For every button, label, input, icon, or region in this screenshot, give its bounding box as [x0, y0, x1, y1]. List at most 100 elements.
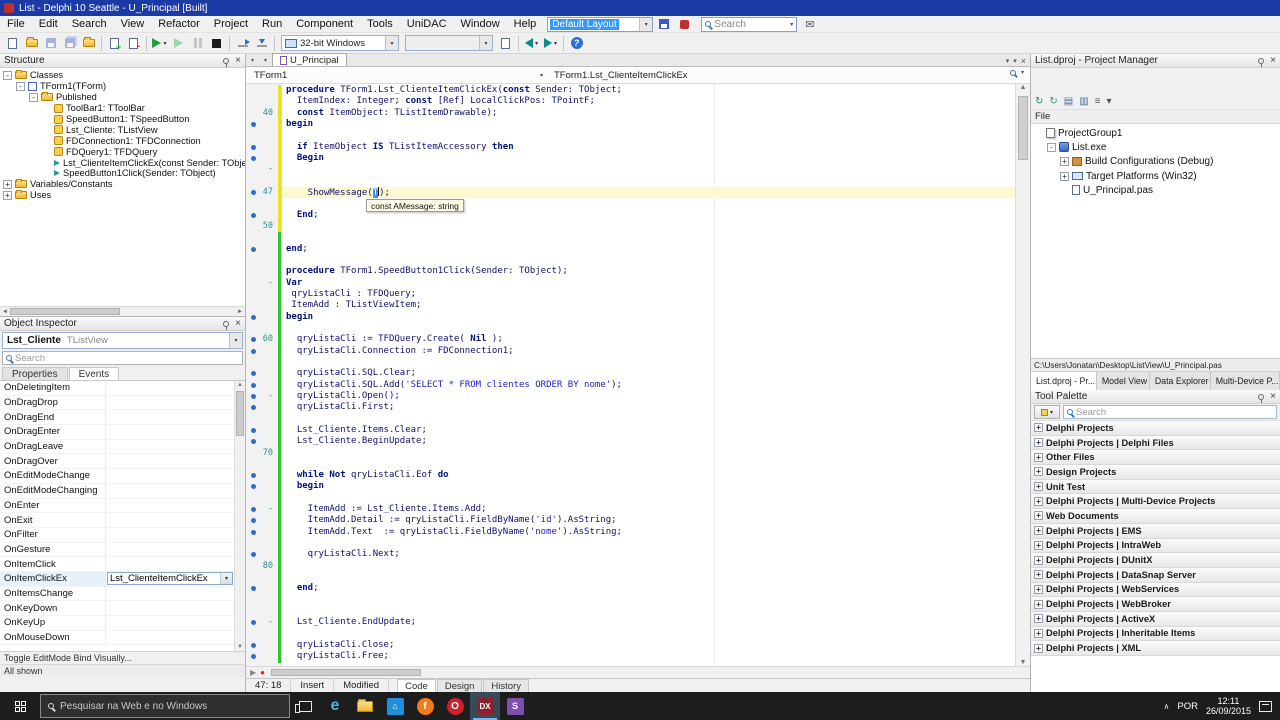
sort-menu-button[interactable]: ▾ [1107, 96, 1112, 107]
language-indicator[interactable]: POR [1177, 701, 1198, 712]
tray-expand-icon[interactable]: ∧ [1164, 702, 1170, 711]
breakpoint-dot-icon[interactable] [251, 620, 256, 626]
breakpoint-dot-icon[interactable] [251, 643, 256, 649]
code-line[interactable] [246, 572, 1015, 584]
scroll-up-icon[interactable]: ▲ [1016, 84, 1030, 91]
dock-tab[interactable]: Multi-Device P... [1210, 372, 1280, 390]
breakpoint-dot-icon[interactable] [251, 552, 256, 558]
breakpoint-dot-icon[interactable] [251, 654, 256, 660]
structure-node[interactable]: - Classes [0, 70, 245, 81]
structure-node[interactable]: FDQuery1: TFDQuery [0, 146, 245, 157]
code-line[interactable] [246, 322, 1015, 335]
code-line[interactable]: end; [246, 243, 1015, 255]
code-line[interactable] [246, 413, 1015, 425]
menu-unidac[interactable]: UniDAC [400, 16, 454, 32]
event-handler-combo[interactable]: Lst_ClienteItemClickEx ▾ [107, 572, 233, 586]
view-list-button[interactable]: ≡ [1095, 96, 1101, 107]
palette-category[interactable]: + Delphi Projects [1031, 421, 1280, 436]
menu-tools[interactable]: Tools [360, 16, 400, 32]
save-all-button[interactable] [60, 34, 79, 52]
expand-icon[interactable]: + [1034, 452, 1043, 462]
sync-button[interactable]: ↻ [1049, 96, 1057, 107]
breadcrumb-class[interactable]: TForm1 [254, 70, 287, 81]
browse-forward-button[interactable]: ▾ [541, 34, 560, 52]
event-row[interactable]: OnExit [0, 513, 234, 528]
menu-help[interactable]: Help [507, 16, 544, 32]
breakpoint-dot-icon[interactable] [251, 155, 256, 161]
menu-refactor[interactable]: Refactor [151, 16, 207, 32]
chevron-down-icon[interactable]: ▾ [540, 72, 543, 79]
help-button[interactable] [567, 34, 586, 52]
search-icon[interactable] [1009, 69, 1016, 76]
structure-node[interactable]: + Uses [0, 190, 245, 201]
breakpoint-dot-icon[interactable] [251, 337, 256, 343]
pin-icon[interactable] [223, 57, 230, 67]
code-line[interactable] [246, 356, 1015, 369]
event-row[interactable]: OnItemsChange [0, 586, 234, 602]
menu-view[interactable]: View [114, 16, 152, 32]
taskbar-capture-tool[interactable]: S [500, 692, 530, 720]
close-icon[interactable]: × [235, 55, 241, 66]
expand-icon[interactable]: + [3, 179, 12, 189]
code-line[interactable]: qryListaCli.SQL.Clear; [246, 368, 1015, 380]
collapse-icon[interactable]: - [29, 92, 38, 102]
event-row[interactable]: OnDragDrop [0, 395, 234, 411]
code-line[interactable]: procedure TForm1.SpeedButton1Click(Sende… [246, 266, 1015, 278]
event-row[interactable]: OnFilter [0, 527, 234, 543]
dock-tab[interactable]: List.dproj - Pr... [1031, 372, 1097, 390]
new-button[interactable]: ▤ [1064, 96, 1073, 107]
tab-events[interactable]: Events [68, 367, 120, 380]
ide-search-box[interactable]: Search ▾ [701, 16, 798, 32]
palette-category[interactable]: + Delphi Projects | WebServices [1031, 582, 1280, 598]
code-line[interactable] [246, 254, 1015, 267]
breakpoint-dot-icon[interactable] [251, 586, 256, 592]
tab-code[interactable]: Code [397, 679, 436, 692]
scroll-tabs-right-icon[interactable]: ▾ [1013, 57, 1017, 65]
palette-category[interactable]: + Delphi Projects | Multi-Device Projects [1031, 494, 1280, 510]
chevron-down-icon[interactable]: ▾ [790, 21, 793, 28]
expand-icon[interactable]: + [1060, 157, 1069, 167]
trace-into-button[interactable] [252, 34, 271, 52]
code-line[interactable]: Lst_Cliente.Items.Clear; [246, 424, 1015, 437]
code-line[interactable]: qryListaCli.First; [246, 402, 1015, 414]
structure-hscrollbar[interactable]: ◄ ► [0, 306, 245, 316]
code-line[interactable]: begin [246, 481, 1015, 493]
code-line[interactable]: - ItemAdd := Lst_Cliente.Items.Add; [246, 504, 1015, 516]
breakpoint-dot-icon[interactable] [251, 405, 256, 411]
code-line[interactable] [246, 538, 1015, 550]
taskbar-windows-store[interactable]: ⌂ [380, 692, 410, 720]
expand-icon[interactable]: + [1034, 511, 1043, 521]
project-node[interactable]: U_Principal.pas [1031, 183, 1280, 197]
code-line[interactable]: if ItemObject IS TListItemAccessory then [246, 141, 1015, 153]
breakpoint-dot-icon[interactable] [251, 393, 256, 399]
event-row[interactable]: OnDragLeave [0, 439, 234, 455]
code-line[interactable] [246, 130, 1015, 142]
code-line[interactable]: qryListaCli.SQL.Add('SELECT * FROM clien… [246, 379, 1015, 391]
code-line[interactable]: qryListaCli : TFDQuery; [246, 288, 1015, 301]
code-line[interactable]: 80 [246, 560, 1015, 573]
palette-category[interactable]: + Unit Test [1031, 479, 1280, 495]
expand-icon[interactable]: + [1060, 171, 1069, 181]
expand-icon[interactable]: + [1034, 599, 1043, 609]
expand-icon[interactable]: + [1034, 584, 1043, 594]
close-tab-icon[interactable]: × [1021, 56, 1026, 66]
collapse-icon[interactable]: - [16, 81, 25, 91]
run-button[interactable]: ▾ [150, 34, 169, 52]
selected-object-combo[interactable]: Lst_Cliente TListView ▾ [2, 332, 243, 349]
expand-icon[interactable]: + [1034, 438, 1043, 448]
code-line[interactable]: qryListaCli.Free; [246, 651, 1015, 663]
structure-node[interactable]: - TForm1(TForm) [0, 81, 245, 92]
code-line[interactable]: 70 [246, 447, 1015, 459]
close-icon[interactable]: × [1270, 55, 1276, 66]
event-row[interactable]: OnKeyUp [0, 616, 234, 631]
chevron-down-icon[interactable]: ▾ [229, 333, 242, 348]
remove-file-button[interactable] [124, 34, 143, 52]
code-line[interactable]: procedure TForm1.Lst_ClienteItemClickEx(… [246, 85, 1015, 97]
event-value[interactable]: Lst_ClienteItemClickEx ▾ [106, 572, 234, 586]
code-line[interactable]: begin [246, 118, 1015, 131]
event-row[interactable]: OnDragEnd [0, 410, 234, 426]
delete-layout-button[interactable] [675, 16, 693, 32]
event-row[interactable]: OnItemClick [0, 557, 234, 572]
event-row[interactable]: OnDragEnter [0, 425, 234, 440]
save-layout-button[interactable] [655, 16, 673, 32]
